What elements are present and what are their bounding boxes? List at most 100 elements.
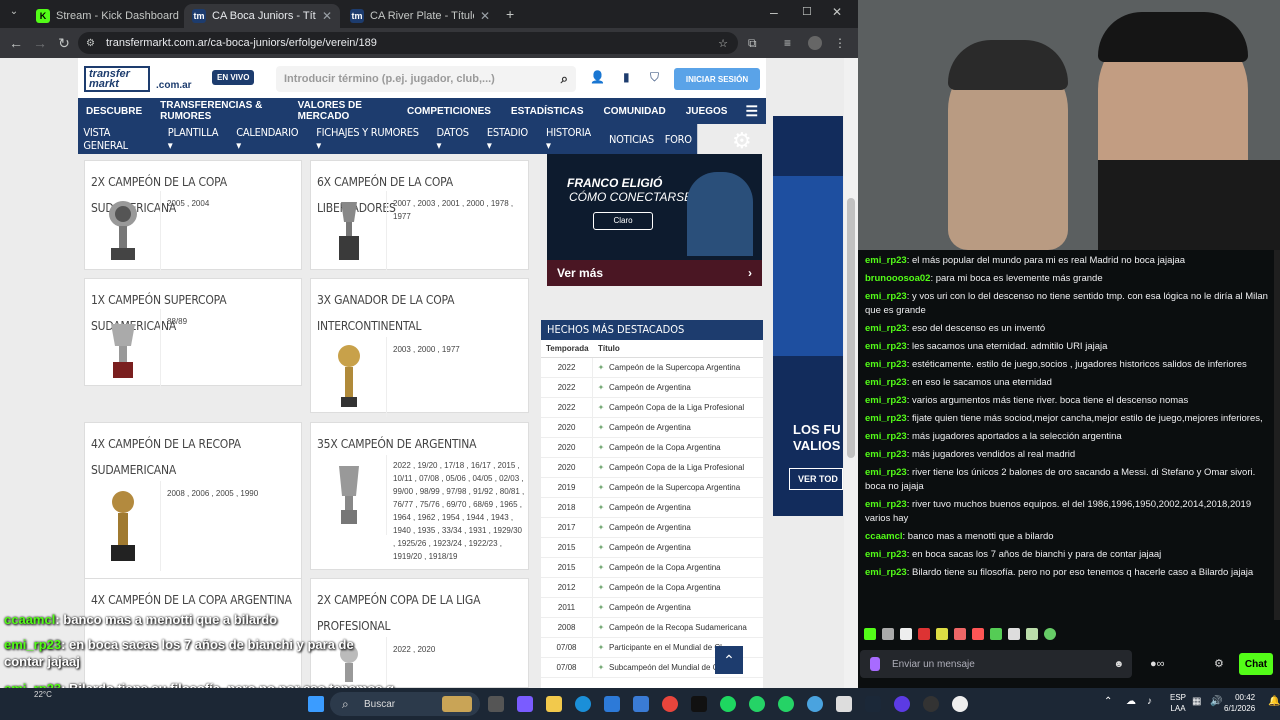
highlight-row[interactable]: 2022 ✦ Campeón Copa de la Liga Profesional bbox=[541, 397, 763, 418]
highlight-row[interactable]: 2019 ✦ Campeón de la Supercopa Argentina bbox=[541, 477, 763, 498]
media-icon[interactable]: ≡ bbox=[784, 36, 791, 50]
chat-username[interactable]: emi_rp23 bbox=[865, 323, 907, 334]
hamburger-icon[interactable]: ☰ bbox=[737, 103, 766, 120]
subnav-plantilla[interactable]: PLANTILLA ▾ bbox=[162, 126, 230, 152]
subnav-calendario[interactable]: CALENDARIO ▾ bbox=[231, 126, 311, 152]
emote-icon[interactable] bbox=[882, 628, 894, 640]
site-search-input[interactable]: Introducir término (p.ej. jugador, club,… bbox=[276, 66, 576, 92]
menu-icon[interactable]: ⋮ bbox=[834, 36, 846, 50]
subnav-noticias[interactable]: NOTICIAS bbox=[604, 133, 660, 146]
subnav-vista-general[interactable]: VISTA GENERAL bbox=[78, 126, 162, 152]
chat-message[interactable]: emi_rp23: eso del descenso es un inventó bbox=[858, 320, 1280, 338]
chat-username[interactable]: emi_rp23 bbox=[865, 377, 907, 388]
nav-juegos[interactable]: JUEGOS bbox=[676, 106, 738, 117]
steam-icon[interactable] bbox=[865, 696, 881, 712]
page-scrollbar[interactable] bbox=[844, 58, 858, 688]
notification-icon[interactable]: 🔔 bbox=[1268, 696, 1280, 707]
chat-send-button[interactable]: Chat bbox=[1239, 653, 1273, 675]
app-icon[interactable] bbox=[807, 696, 823, 712]
chat-username[interactable]: emi_rp23 bbox=[865, 431, 907, 442]
whatsapp-business-icon[interactable] bbox=[778, 696, 794, 712]
copilot-icon[interactable] bbox=[517, 696, 533, 712]
chat-message[interactable]: emi_rp23: fijate quien tiene más sociod,… bbox=[858, 410, 1280, 428]
ver-mas-button[interactable]: Ver más › bbox=[547, 260, 762, 286]
windows-start-icon[interactable] bbox=[308, 696, 324, 712]
chat-username[interactable]: emi_rp23 bbox=[865, 341, 907, 352]
highlight-row[interactable]: 2017 ✦ Campeón de Argentina bbox=[541, 517, 763, 538]
nav-estadisticas[interactable]: ESTADÍSTICAS bbox=[501, 106, 594, 117]
emoji-icon[interactable]: ☻ bbox=[1113, 659, 1124, 670]
highlight-row[interactable]: 2011 ✦ Campeón de Argentina bbox=[541, 597, 763, 618]
highlight-row[interactable]: 2008 ✦ Campeón de la Recopa Sudamericana bbox=[541, 617, 763, 638]
language-indicator[interactable]: ESP LAA bbox=[1170, 692, 1186, 714]
emote-icon[interactable] bbox=[972, 628, 984, 640]
chat-message[interactable]: emi_rp23: en eso le sacamos una eternida… bbox=[858, 374, 1280, 392]
chat-message[interactable]: emi_rp23: river tiene los únicos 2 balon… bbox=[858, 464, 1280, 496]
tray-chevron-icon[interactable]: ⌃ bbox=[1104, 696, 1112, 707]
chat-username[interactable]: emi_rp23 bbox=[865, 499, 907, 510]
volume-icon[interactable]: 🔊 bbox=[1210, 696, 1222, 707]
emote-icon[interactable] bbox=[1026, 628, 1038, 640]
bookmark-icon[interactable]: ▮ bbox=[623, 70, 630, 84]
highlight-row[interactable]: 2012 ✦ Campeón de la Copa Argentina bbox=[541, 577, 763, 598]
scroll-top-button[interactable]: ⌃ bbox=[715, 646, 743, 674]
tab-river-titulos[interactable]: tm CA River Plate - Títulos (clubes ✕ bbox=[342, 4, 498, 28]
highlight-row[interactable]: 2022 ✦ Campeón de la Supercopa Argentina bbox=[541, 357, 763, 378]
obs-icon[interactable] bbox=[894, 696, 910, 712]
chat-message[interactable]: emi_rp23: varios argumentos más tiene ri… bbox=[858, 392, 1280, 410]
maximize-icon[interactable]: ☐ bbox=[802, 5, 812, 18]
edge-icon[interactable] bbox=[575, 696, 591, 712]
close-tab-icon[interactable]: ✕ bbox=[322, 9, 332, 23]
back-icon[interactable]: ← bbox=[4, 35, 28, 51]
live-button[interactable]: EN VIVO bbox=[212, 70, 255, 85]
emote-icon[interactable] bbox=[900, 628, 912, 640]
chat-input[interactable]: Enviar un mensaje ☻ bbox=[860, 650, 1132, 678]
tab-kick-dashboard[interactable]: K Stream - Kick Dashboard ✕ bbox=[28, 4, 182, 28]
subnav-estadio[interactable]: ESTADIO ▾ bbox=[481, 126, 540, 152]
forward-icon[interactable]: → bbox=[28, 35, 52, 51]
chat-username[interactable]: emi_rp23 bbox=[865, 291, 907, 302]
highlight-row[interactable]: 2020 ✦ Campeón de Argentina bbox=[541, 417, 763, 438]
recorder-icon[interactable] bbox=[923, 696, 939, 712]
emote-icon[interactable] bbox=[936, 628, 948, 640]
scrollbar-thumb[interactable] bbox=[847, 198, 855, 458]
tab-boca-titulos[interactable]: tm CA Boca Juniors - Títulos (clube ✕ bbox=[184, 4, 340, 28]
chat-message[interactable]: brunooosoa02: para mi boca es levemente … bbox=[858, 270, 1280, 288]
reload-icon[interactable]: ↻ bbox=[52, 35, 76, 52]
domain-label[interactable]: .com.ar bbox=[156, 80, 192, 91]
emote-icon[interactable] bbox=[990, 628, 1002, 640]
spotify-icon[interactable] bbox=[720, 696, 736, 712]
bookmark-star-icon[interactable]: ☆ bbox=[718, 37, 728, 50]
chat-username[interactable]: emi_rp23 bbox=[865, 413, 907, 424]
chat-username[interactable]: emi_rp23 bbox=[865, 395, 907, 406]
subnav-datos[interactable]: DATOS ▾ bbox=[431, 126, 481, 152]
minimize-icon[interactable]: – bbox=[770, 4, 778, 20]
shield-icon[interactable]: ⛉ bbox=[650, 70, 659, 85]
chat-message[interactable]: ccaamcl: banco mas a menotti que a bilar… bbox=[858, 528, 1280, 546]
emote-icon[interactable] bbox=[954, 628, 966, 640]
chat-message[interactable]: emi_rp23: el más popular del mundo para … bbox=[858, 252, 1280, 270]
mic-icon[interactable]: ♪ bbox=[1147, 696, 1152, 707]
chat-username[interactable]: emi_rp23 bbox=[865, 567, 907, 578]
settings-gear-icon[interactable]: ⚙ bbox=[732, 128, 752, 154]
subnav-fichajes[interactable]: FICHAJES Y RUMORES ▾ bbox=[311, 126, 431, 152]
highlight-row[interactable]: 2022 ✦ Campeón de Argentina bbox=[541, 377, 763, 398]
side-banner[interactable]: LOS FU VALIOS VER TOD bbox=[773, 116, 843, 516]
chat-message[interactable]: emi_rp23: estéticamente. estilo de juego… bbox=[858, 356, 1280, 374]
highlight-row[interactable]: 2020 ✦ Campeón Copa de la Liga Profesional bbox=[541, 457, 763, 478]
nav-valores[interactable]: VALORES DE MERCADO bbox=[288, 100, 397, 122]
nav-competiciones[interactable]: COMPETICIONES bbox=[397, 106, 501, 117]
network-icon[interactable]: ▦ bbox=[1192, 696, 1201, 707]
ad2-cta-button[interactable]: VER TOD bbox=[789, 468, 843, 490]
extensions-icon[interactable]: ⧉ bbox=[748, 36, 757, 51]
user-icon[interactable]: 👤 bbox=[590, 70, 605, 84]
nav-comunidad[interactable]: COMUNIDAD bbox=[594, 106, 676, 117]
chat-message[interactable]: emi_rp23: más jugadores aportados a la s… bbox=[858, 428, 1280, 446]
clock[interactable]: 00:42 6/1/2026 bbox=[1224, 692, 1255, 714]
tab-search-icon[interactable]: ⌄ bbox=[6, 6, 22, 22]
store-icon[interactable] bbox=[604, 696, 620, 712]
chat-message[interactable]: emi_rp23: y vos uri con lo del descenso … bbox=[858, 288, 1280, 320]
chat-settings-icon[interactable]: ⚙ bbox=[1214, 657, 1224, 670]
cloud-icon[interactable]: ☁ bbox=[1126, 696, 1136, 707]
search-icon[interactable]: ⌕ bbox=[561, 71, 568, 87]
